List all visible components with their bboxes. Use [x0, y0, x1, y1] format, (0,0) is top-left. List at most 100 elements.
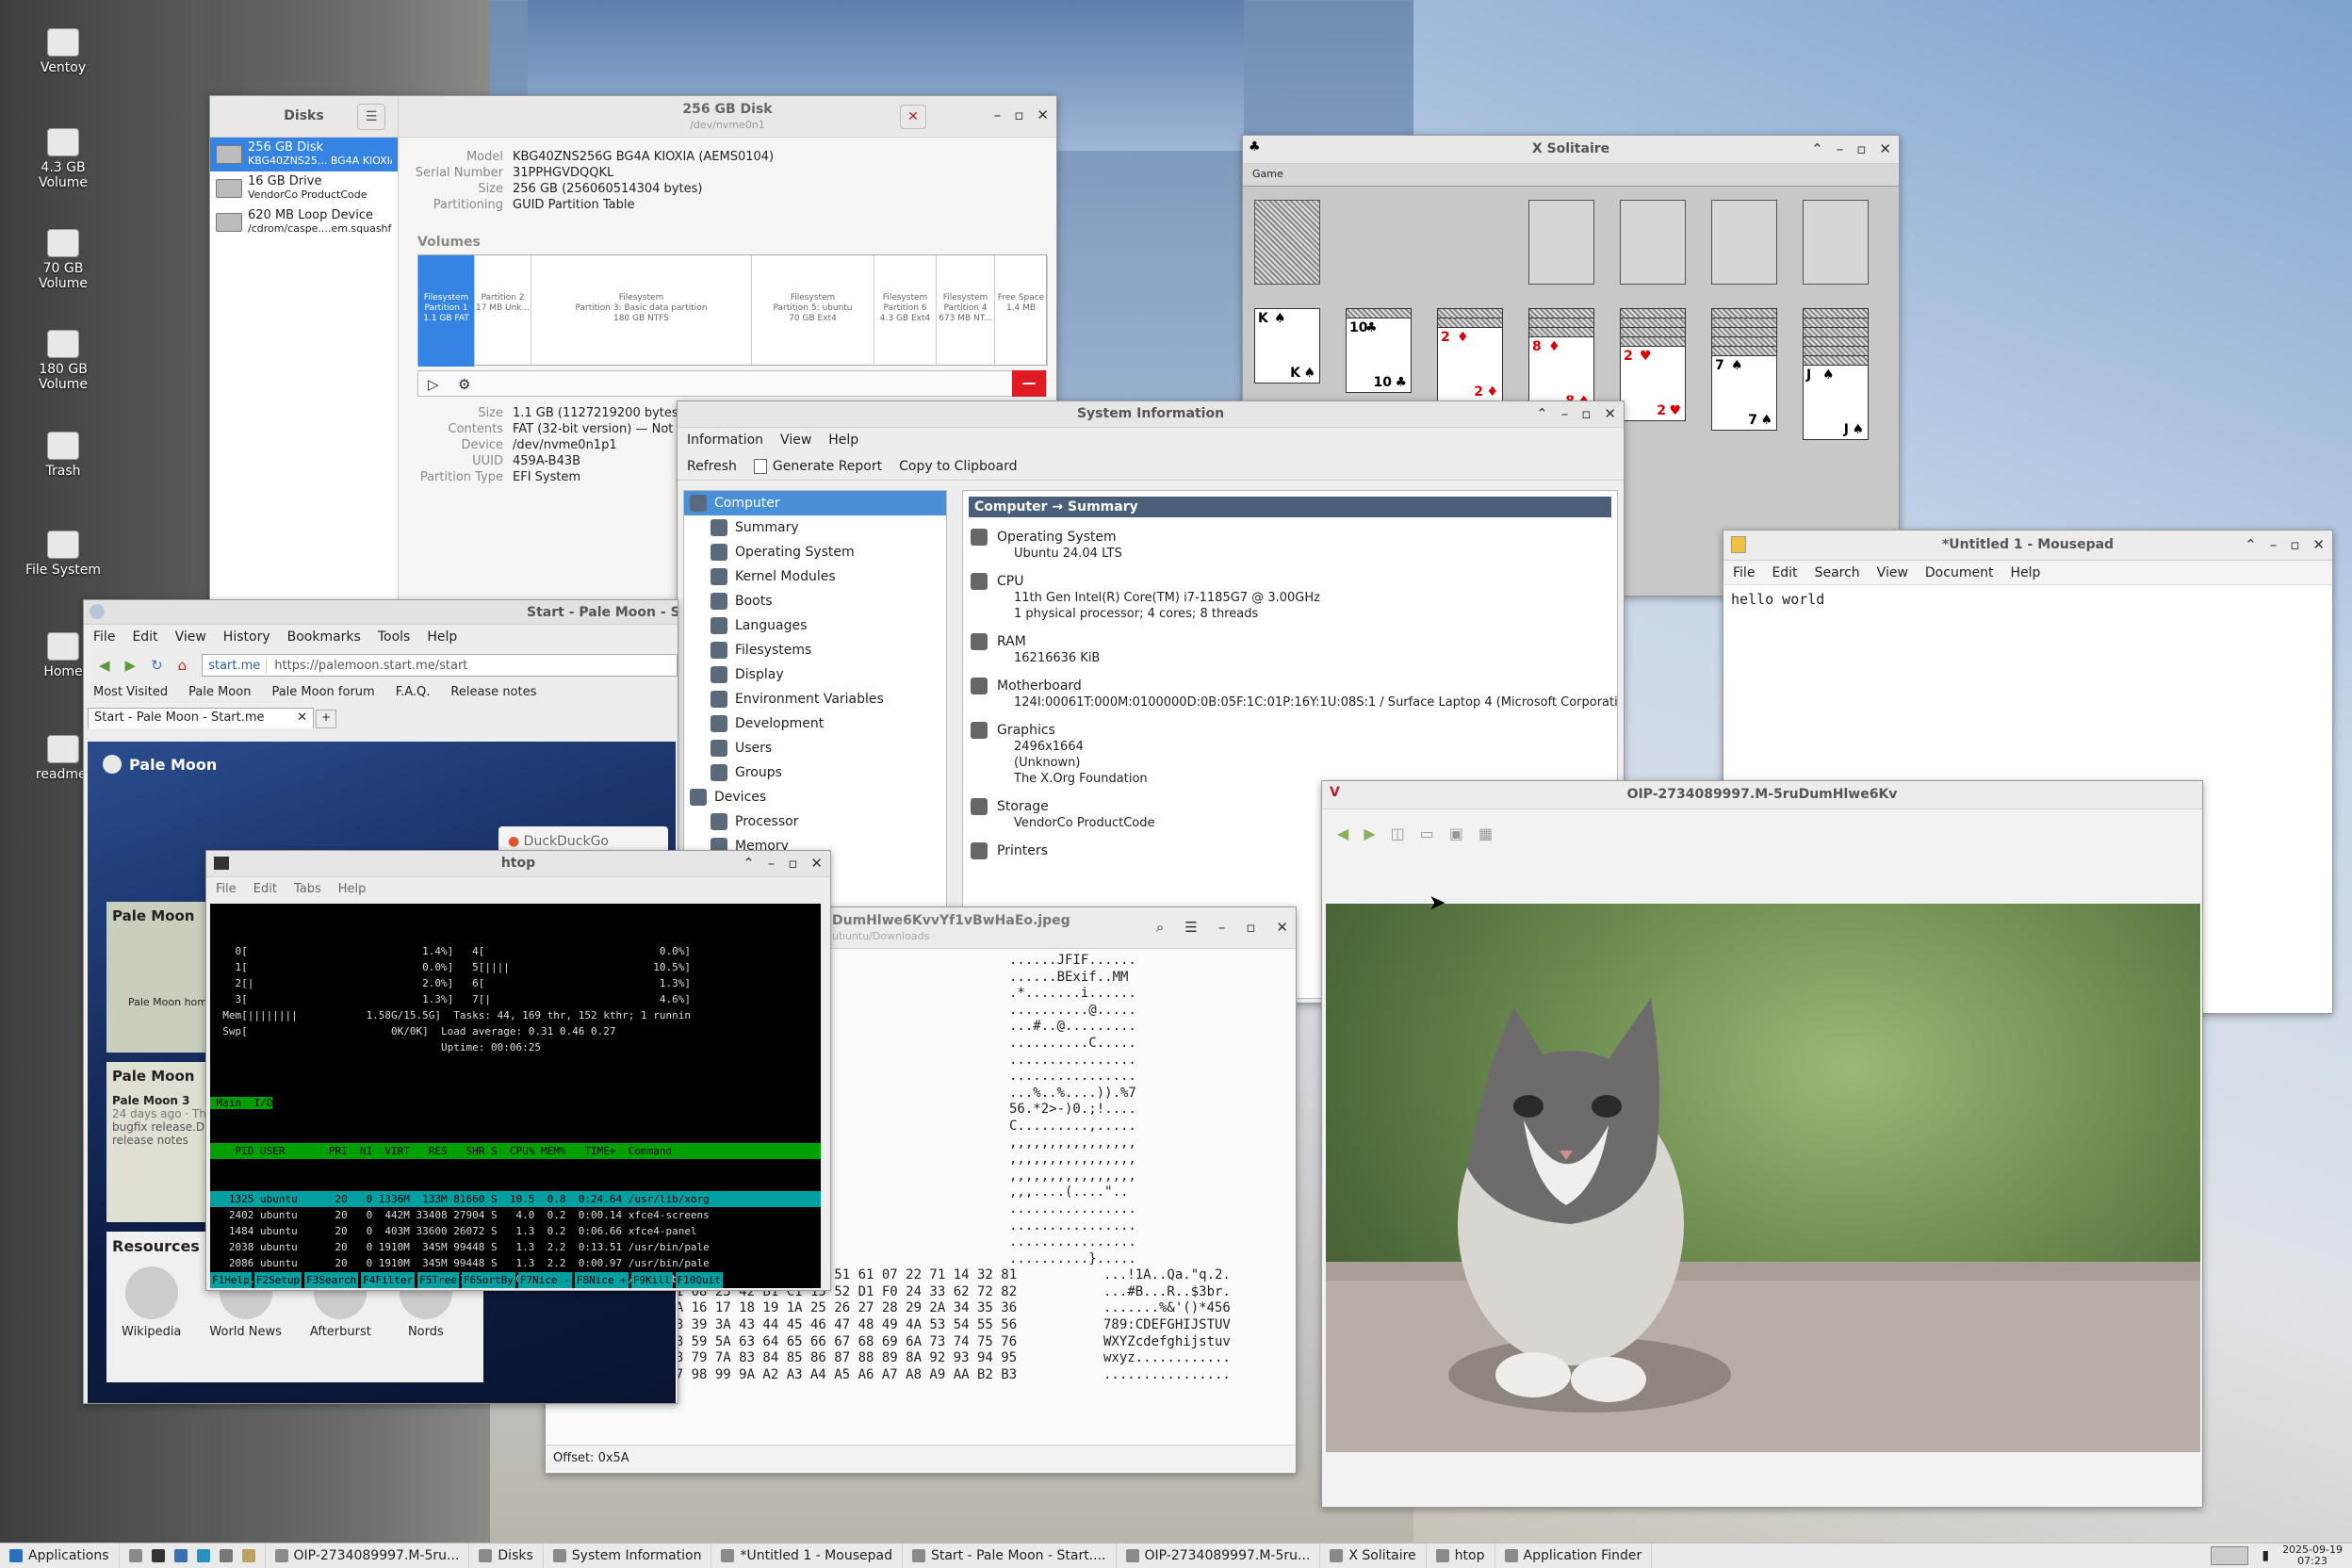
tree-item[interactable]: Languages	[684, 613, 946, 638]
site-identity[interactable]: start.me	[208, 658, 268, 673]
bookmark-item[interactable]: Pale Moon forum	[271, 685, 374, 702]
foundation-1[interactable]	[1528, 200, 1594, 285]
menu-item[interactable]: Information	[687, 433, 763, 448]
browser-icon[interactable]	[196, 1549, 210, 1562]
menu-item[interactable]: Help	[2010, 565, 2040, 580]
bookmark-item[interactable]: F.A.Q.	[396, 685, 431, 702]
function-key[interactable]: F5Tree	[417, 1272, 459, 1288]
process-row[interactable]: 2038 ubuntu 20 0 1910M 345M 99448 S 1.3 …	[210, 1239, 821, 1255]
task-button[interactable]: Start - Pale Moon - Start....	[903, 1543, 1117, 1568]
generate-report-button[interactable]: Generate Report	[753, 458, 882, 474]
refresh-button[interactable]: Refresh	[687, 459, 737, 474]
function-key[interactable]: F8Nice +	[574, 1272, 629, 1288]
clock[interactable]: 2025-09-19 07:23	[2282, 1544, 2343, 1567]
show-desktop-icon[interactable]	[128, 1549, 142, 1562]
desktop-icon[interactable]: Ventoy	[11, 28, 115, 75]
process-row[interactable]: 1325 ubuntu 20 0 1336M 133M 81660 S 10.5…	[210, 1191, 821, 1207]
rotate-icon[interactable]: ▭	[1420, 825, 1434, 842]
disk-list-item[interactable]: 256 GB Disk KBG40ZNS25... BG4A KIOXIA	[210, 138, 398, 172]
close-button[interactable]: ✕	[1037, 106, 1049, 123]
playing-card[interactable]: K ♠ K ♠	[1254, 308, 1320, 384]
maximize-button[interactable]: ▫	[1581, 405, 1591, 422]
htop-tabs[interactable]: Main I/O	[210, 1097, 273, 1109]
tree-item[interactable]: Kernel Modules	[684, 564, 946, 589]
menu-item[interactable]: Tabs	[294, 882, 321, 897]
desktop-icon[interactable]: 70 GB Volume	[11, 229, 115, 291]
stock-pile[interactable]	[1254, 200, 1320, 285]
function-key[interactable]: F4Filter	[361, 1272, 416, 1288]
tree-item[interactable]: Users	[684, 736, 946, 760]
foundation-4[interactable]	[1803, 200, 1869, 285]
tree-item[interactable]: Summary	[684, 515, 946, 540]
forward-arrow-icon[interactable]: ▶	[1364, 825, 1375, 842]
close-button[interactable]: ✕	[1276, 919, 1288, 936]
minimize-button[interactable]: –	[1561, 405, 1569, 422]
menu-icon[interactable]: ☰	[1184, 919, 1197, 936]
close-button[interactable]: ✕	[1879, 140, 1891, 157]
reload-icon[interactable]: ↻	[151, 657, 163, 674]
bookmark-item[interactable]: Most Visited	[93, 685, 168, 702]
menu-item[interactable]: Tools	[378, 629, 411, 645]
htop-terminal[interactable]: 0[ 1.4%] 4[ 0.0%] 1[ 0.0%] 5[|||| 10.5%]…	[210, 904, 821, 1288]
url-bar[interactable]: start.me https://palemoon.start.me/start	[202, 654, 678, 677]
bookmark-item[interactable]: Release notes	[450, 685, 536, 702]
menu-item[interactable]: Help	[338, 882, 367, 897]
playing-card[interactable]: 10 ♣ 10 ♣	[1346, 318, 1412, 393]
tab-start[interactable]: Start - Pale Moon - Start.me ✕	[88, 708, 314, 728]
folder-icon[interactable]	[241, 1549, 255, 1562]
process-row[interactable]: 2402 ubuntu 20 0 442M 33408 27904 S 4.0 …	[210, 1207, 821, 1223]
tree-item[interactable]: Environment Variables	[684, 687, 946, 711]
desktop-icon[interactable]: 4.3 GB Volume	[11, 128, 115, 190]
volume-segment[interactable]: Filesystem Partition 3: Basic data parti…	[531, 255, 752, 367]
volume-segment[interactable]: Filesystem Partition 1 1.1 GB FAT	[418, 255, 475, 367]
desktop-icon[interactable]: 180 GB Volume	[11, 330, 115, 392]
text-editor[interactable]: hello world	[1723, 585, 2332, 613]
function-key[interactable]: F3Search	[304, 1272, 359, 1288]
close-button[interactable]: ✕	[2312, 536, 2325, 553]
minimize-button[interactable]: –	[994, 106, 1002, 123]
menu-item[interactable]: Help	[427, 629, 457, 645]
function-key[interactable]: F2Setup	[253, 1272, 302, 1288]
close-button[interactable]: ✕	[1604, 405, 1616, 422]
close-tab-icon[interactable]: ✕	[297, 710, 307, 727]
task-button[interactable]: OIP-2734089997.M-5ru...	[1117, 1543, 1321, 1568]
task-button[interactable]: OIP-2734089997.M-5ru...	[266, 1543, 470, 1568]
back-arrow-icon[interactable]: ◀	[1337, 825, 1348, 842]
tree-item[interactable]: Development	[684, 711, 946, 736]
search-icon[interactable]: ⌕	[1156, 919, 1164, 936]
minimize-button[interactable]: –	[2270, 536, 2278, 553]
restore-button[interactable]: ⌃	[2245, 536, 2257, 553]
menu-item[interactable]: Help	[828, 433, 858, 448]
maximize-button[interactable]: ▫	[1014, 106, 1023, 123]
menu-item[interactable]: Edit	[132, 629, 157, 645]
task-button[interactable]: Application Finder	[1495, 1543, 1653, 1568]
tree-item[interactable]: Processor	[684, 809, 946, 834]
volume-segment[interactable]: Partition 2 17 MB Unk...	[475, 255, 531, 367]
fit-icon[interactable]: ▣	[1449, 825, 1463, 842]
menu-item[interactable]: View	[1877, 565, 1908, 580]
desktop-icon[interactable]: File System	[11, 531, 115, 578]
maximize-button[interactable]: ▫	[1856, 140, 1866, 157]
menu-item[interactable]: Document	[1925, 565, 1994, 580]
tree-item[interactable]: Computer	[684, 491, 946, 515]
foundation-2[interactable]	[1620, 200, 1686, 285]
maximize-button[interactable]: ▫	[788, 855, 797, 872]
camera-icon[interactable]: ◫	[1391, 825, 1405, 842]
search-icon[interactable]	[219, 1549, 233, 1562]
function-key[interactable]: F7Nice -	[517, 1272, 572, 1288]
restore-button[interactable]: ⌃	[743, 855, 755, 872]
tree-item[interactable]: Boots	[684, 589, 946, 613]
files-icon[interactable]	[173, 1549, 188, 1562]
playing-card[interactable]: 2 ♥ 2 ♥	[1620, 346, 1686, 421]
menu-item[interactable]: Edit	[253, 882, 277, 897]
foundation-3[interactable]	[1711, 200, 1777, 285]
disk-list-item[interactable]: 620 MB Loop Device/cdrom/caspe....em.squ…	[210, 205, 398, 239]
delete-partition-button[interactable]: —	[1012, 370, 1046, 397]
minimize-button[interactable]: –	[1218, 919, 1226, 936]
volume-segment[interactable]: Filesystem Partition 6 4.3 GB Ext4	[874, 255, 937, 367]
playing-card[interactable]: 2 ♦ 2 ♦	[1437, 327, 1503, 402]
eject-button[interactable]: ✕	[900, 105, 926, 129]
task-button[interactable]: Disks	[469, 1543, 544, 1568]
menu-button[interactable]: ☰	[357, 104, 385, 130]
menu-item[interactable]: Bookmarks	[287, 629, 361, 645]
